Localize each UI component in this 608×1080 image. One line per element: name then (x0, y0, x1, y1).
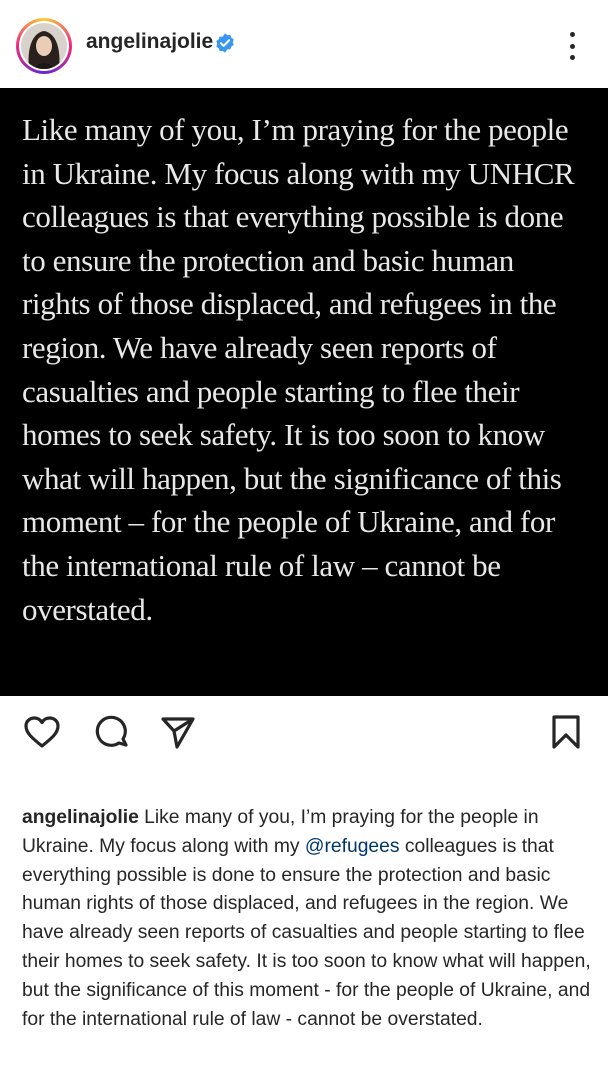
post-image-text: Like many of you, I’m praying for the pe… (22, 112, 575, 627)
comment-icon[interactable] (92, 712, 132, 752)
username[interactable]: angelinajolie (86, 30, 213, 54)
verified-badge-icon (216, 33, 234, 53)
send-icon[interactable] (158, 712, 198, 752)
bookmark-icon[interactable] (546, 712, 586, 752)
avatar[interactable] (21, 23, 67, 69)
caption-username[interactable]: angelinajolie (22, 807, 139, 828)
caption-text-after: colleagues is that everything possible i… (22, 835, 591, 1030)
more-options-icon[interactable] (560, 32, 584, 60)
heart-icon[interactable] (22, 712, 62, 752)
avatar-image (21, 23, 67, 69)
post-caption: angelinajolie Like many of you, I’m pray… (22, 804, 594, 1034)
post-image[interactable]: Like many of you, I’m praying for the pe… (0, 88, 608, 696)
story-ring[interactable] (16, 18, 72, 74)
post-actions (0, 696, 608, 776)
caption-mention-link[interactable]: @refugees (305, 836, 400, 857)
post-header: angelinajolie (0, 0, 608, 88)
